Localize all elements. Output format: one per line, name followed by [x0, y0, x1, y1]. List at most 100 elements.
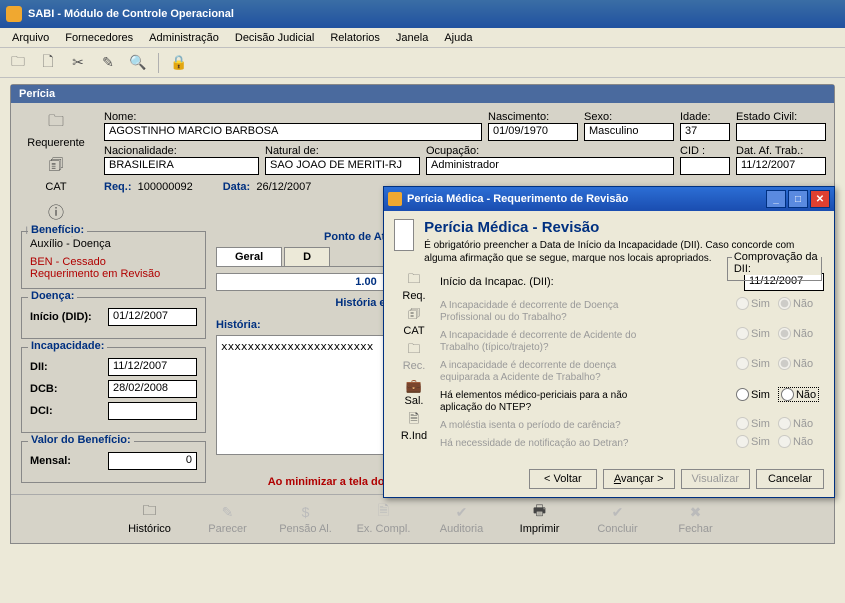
nascimento-field: 01/09/1970 [488, 123, 578, 141]
menu-ajuda[interactable]: Ajuda [436, 30, 480, 46]
dci-field[interactable] [108, 402, 197, 420]
tool-wand-icon[interactable]: ✎ [98, 53, 118, 73]
tool-cut-icon[interactable]: ✂ [68, 53, 88, 73]
tab-d[interactable]: D [284, 247, 330, 266]
ocupacao-field: Administrador [426, 157, 674, 175]
did-field[interactable]: 01/12/2007 [108, 308, 197, 326]
q3-sim: Sim [736, 357, 770, 370]
msb-rind[interactable]: 🗎R.Ind [394, 413, 434, 442]
comprovacao-box: Comprovação da DII: Sim Não [727, 257, 822, 281]
folder-icon: 🗀 [405, 273, 423, 289]
person-fields: Nome:AGOSTINHO MARCIO BARBOSA Nascimento… [104, 111, 826, 175]
toolbar-sep [158, 53, 159, 73]
msb-req[interactable]: 🗀Req. [394, 273, 434, 302]
modal-heading: Perícia Médica - Revisão [424, 219, 824, 236]
modal-icon [388, 192, 402, 206]
modal-header-icon [394, 219, 414, 251]
dataftrab-field: 11/12/2007 [736, 157, 826, 175]
footer-toolbar: 🗀Histórico ✎Parecer $Pensão Al. 🗎Ex. Com… [11, 494, 834, 539]
ft-auditoria: ✔Auditoria [433, 503, 491, 535]
menu-administracao[interactable]: Administração [141, 30, 227, 46]
ft-imprimir[interactable]: 🖶Imprimir [511, 503, 569, 535]
modal-sidebar: 🗀Req. 🗊CAT 🗀Rec. 💼Sal. 🗎R.Ind [394, 273, 434, 489]
cat-icon: 🗊 [405, 308, 423, 324]
naturalde-field: SAO JOAO DE MERITI-RJ [265, 157, 420, 175]
beneficio-status1: BEN - Cessado [30, 256, 197, 268]
menu-relatorios[interactable]: Relatorios [322, 30, 388, 46]
avancar-button[interactable]: Avançar > [603, 469, 675, 489]
sal-icon: 💼 [405, 378, 423, 394]
voltar-button[interactable]: < Voltar [529, 469, 597, 489]
ft-historico[interactable]: 🗀Histórico [121, 503, 179, 535]
cancelar-button[interactable]: Cancelar [756, 469, 824, 489]
ft-pensao: $Pensão Al. [277, 503, 335, 535]
menu-fornecedores[interactable]: Fornecedores [57, 30, 141, 46]
close-button[interactable]: ✕ [810, 190, 830, 208]
ft-excompl: 🗎Ex. Compl. [355, 503, 413, 535]
req-number: 100000092 [138, 181, 193, 193]
parecer-icon: ✎ [218, 503, 238, 521]
ft-fechar: ✖Fechar [667, 503, 725, 535]
rec-icon: 🗀 [405, 343, 423, 359]
beneficio-box: Benefício: Auxílio - Doença BEN - Cessad… [21, 231, 206, 289]
sidebar-cat[interactable]: 🗊 CAT [21, 155, 91, 193]
cat-icon: 🗊 [44, 155, 68, 179]
beneficio-status2: Requerimento em Revisão [30, 268, 197, 280]
revisao-modal: Perícia Médica - Requerimento de Revisão… [383, 186, 835, 498]
q5-nao: Não [778, 417, 813, 430]
sexo-field: Masculino [584, 123, 674, 141]
q3-nao: Não [778, 357, 813, 370]
q5-sim: Sim [736, 417, 770, 430]
idade-field: 37 [680, 123, 730, 141]
folder-icon: 🗀 [44, 111, 68, 135]
menubar: Arquivo Fornecedores Administração Decis… [0, 28, 845, 48]
maximize-button[interactable]: □ [788, 190, 808, 208]
tool-open-icon[interactable]: 🗀 [8, 53, 28, 73]
msb-sal[interactable]: 💼Sal. [394, 378, 434, 407]
req-date: 26/12/2007 [256, 181, 311, 193]
menu-arquivo[interactable]: Arquivo [4, 30, 57, 46]
q1-nao: Não [778, 297, 813, 310]
concluir-icon: ✔ [608, 503, 628, 521]
dii-field[interactable]: 11/12/2007 [108, 358, 197, 376]
q6-sim: Sim [736, 435, 770, 448]
q4-sim[interactable]: Sim [736, 388, 770, 401]
fechar-icon: ✖ [686, 503, 706, 521]
nome-field: AGOSTINHO MARCIO BARBOSA [104, 123, 482, 141]
nacionalidade-field: BRASILEIRA [104, 157, 259, 175]
tool-new-icon[interactable]: 🗋 [38, 53, 58, 73]
print-icon: 🖶 [530, 503, 550, 521]
msb-cat[interactable]: 🗊CAT [394, 308, 434, 337]
visualizar-button: Visualizar [681, 469, 751, 489]
q4-nao[interactable]: Não [778, 387, 819, 402]
estadocivil-field [736, 123, 826, 141]
q6-nao: Não [778, 435, 813, 448]
toolbar: 🗀 🗋 ✂ ✎ 🔍 🔒 [0, 48, 845, 78]
q2-sim: Sim [736, 327, 770, 340]
menu-decisao[interactable]: Decisão Judicial [227, 30, 322, 46]
sidebar-requerente[interactable]: 🗀 Requerente [21, 111, 91, 149]
ft-parecer: ✎Parecer [199, 503, 257, 535]
ft-concluir: ✔Concluir [589, 503, 647, 535]
incapacidade-box: Incapacidade: DII:11/12/2007 DCB:28/02/2… [21, 347, 206, 433]
pericia-header: Perícia [11, 85, 834, 103]
tool-lock-icon[interactable]: 🔒 [169, 53, 189, 73]
auditoria-icon: ✔ [452, 503, 472, 521]
beneficio-tipo: Auxílio - Doença [30, 238, 197, 250]
menu-janela[interactable]: Janela [388, 30, 436, 46]
historico-icon: 🗀 [140, 503, 160, 521]
cid-field [680, 157, 730, 175]
pensao-icon: $ [296, 503, 316, 521]
rind-icon: 🗎 [405, 413, 423, 429]
minimize-button[interactable]: _ [766, 190, 786, 208]
tab-geral[interactable]: Geral [216, 247, 282, 266]
excompl-icon: 🗎 [374, 503, 394, 521]
dcb-field[interactable]: 28/02/2008 [108, 380, 197, 398]
msb-rec: 🗀Rec. [394, 343, 434, 372]
mensal-field[interactable]: 0 [108, 452, 197, 470]
tool-find-icon[interactable]: 🔍 [128, 53, 148, 73]
modal-titlebar[interactable]: Perícia Médica - Requerimento de Revisão… [384, 187, 834, 211]
id-icon: ⓘ [44, 199, 68, 223]
app-titlebar: SABI - Módulo de Controle Operacional [0, 0, 845, 28]
app-title: SABI - Módulo de Controle Operacional [28, 8, 234, 20]
